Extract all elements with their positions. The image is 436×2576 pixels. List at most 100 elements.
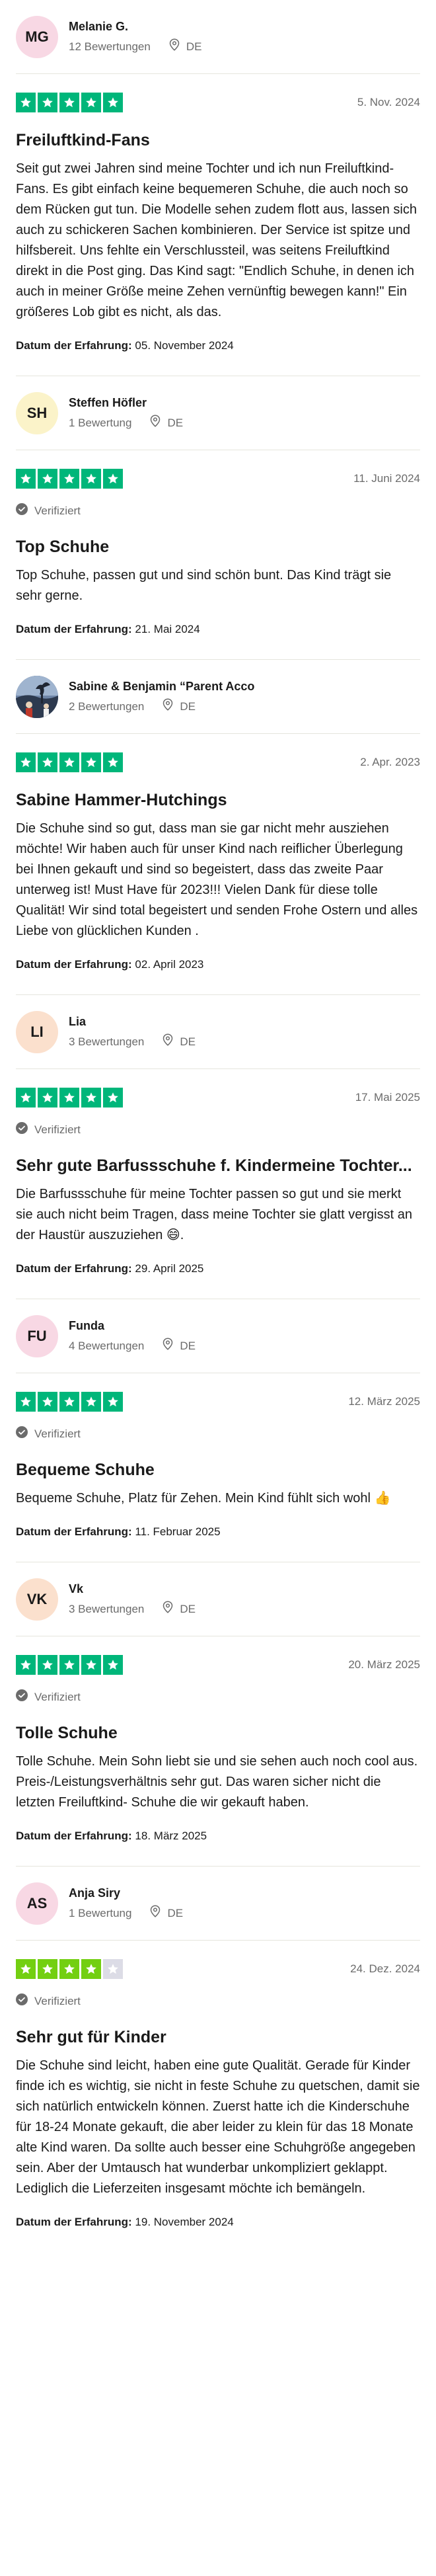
experience-date: Datum der Erfahrung: 11. Februar 2025 (16, 1525, 420, 1562)
review-date: 20. März 2025 (348, 1658, 420, 1671)
star-filled-icon (16, 1088, 36, 1107)
star-filled-icon (103, 1088, 123, 1107)
consumer-header[interactable]: FU Funda 4 Bewertungen DE (16, 1299, 420, 1373)
review-card: SH Steffen Höfler 1 Bewertung DE 11. Jun… (16, 376, 420, 660)
star-filled-icon (59, 1392, 79, 1412)
star-filled-icon (59, 752, 79, 772)
experience-date-value: 05. November 2024 (135, 339, 234, 352)
verified-check-icon (16, 1426, 34, 1442)
avatar[interactable]: SH (16, 391, 58, 434)
review-count: 1 Bewertung (69, 1906, 132, 1919)
consumer-meta: 3 Bewertungen DE (69, 1601, 196, 1617)
star-filled-icon (81, 1392, 101, 1412)
review-title[interactable]: Sehr gute Barfussschuhe f. Kindermeine T… (16, 1155, 420, 1176)
star-filled-icon (16, 93, 36, 112)
location-pin-icon (163, 698, 180, 715)
review-text: Tolle Schuhe. Mein Sohn liebt sie und si… (16, 1754, 418, 1810)
verified-label: Verifiziert (34, 504, 81, 517)
avatar-initials: SH (26, 404, 48, 421)
consumer-header[interactable]: SH Steffen Höfler 1 Bewertung DE (16, 376, 420, 450)
consumer-info: Vk 3 Bewertungen DE (69, 1581, 196, 1617)
star-filled-icon (103, 93, 123, 112)
review-list: MG Melanie G. 12 Bewertungen DE 5. Nov. … (0, 0, 436, 2252)
consumer-header[interactable]: Sabine & Benjamin “Parent Acco 2 Bewertu… (16, 660, 420, 734)
verified-check-icon (16, 503, 34, 519)
star-filled-icon (81, 1959, 101, 1979)
experience-date-value: 18. März 2025 (135, 1830, 207, 1842)
avatar[interactable] (16, 675, 58, 718)
star-filled-icon (103, 752, 123, 772)
consumer-name[interactable]: Funda (69, 1318, 196, 1334)
star-filled-icon (59, 1655, 79, 1675)
review-text: Die Schuhe sind so gut, dass man sie gar… (16, 821, 418, 938)
star-filled-icon (16, 1655, 36, 1675)
consumer-name[interactable]: Anja Siry (69, 1885, 183, 1901)
star-rating (16, 752, 123, 772)
rating-row: 17. Mai 2025 (16, 1088, 420, 1107)
star-rating (16, 469, 123, 489)
consumer-name[interactable]: Vk (69, 1581, 196, 1597)
review-card: LI Lia 3 Bewertungen DE 17. Mai 2025 Ver… (16, 995, 420, 1299)
review-card: VK Vk 3 Bewertungen DE 20. März 2025 Ver… (16, 1562, 420, 1867)
star-empty-icon (103, 1959, 123, 1979)
star-filled-icon (81, 1655, 101, 1675)
consumer-header[interactable]: LI Lia 3 Bewertungen DE (16, 995, 420, 1069)
review-count: 3 Bewertungen (69, 1602, 145, 1615)
consumer-meta: 1 Bewertung DE (69, 1905, 183, 1921)
avatar[interactable]: AS (16, 1882, 58, 1925)
review-text: Bequeme Schuhe, Platz für Zehen. Mein Ki… (16, 1491, 391, 1506)
review-title[interactable]: Sehr gut für Kinder (16, 2027, 420, 2048)
location-pin-icon (169, 38, 186, 55)
star-filled-icon (103, 469, 123, 489)
consumer-name[interactable]: Steffen Höfler (69, 395, 183, 411)
location-label: DE (180, 1602, 196, 1615)
rating-row: 11. Juni 2024 (16, 469, 420, 489)
avatar-photo (16, 675, 58, 718)
review-title[interactable]: Freiluftkind-Fans (16, 130, 420, 151)
review-title[interactable]: Top Schuhe (16, 536, 420, 557)
verified-check-icon (16, 1689, 34, 1705)
location: DE (163, 698, 196, 715)
star-filled-icon (59, 469, 79, 489)
experience-date: Datum der Erfahrung: 05. November 2024 (16, 339, 420, 376)
location: DE (150, 1905, 183, 1921)
verified-badge: Verifiziert (16, 1426, 420, 1442)
consumer-meta: 3 Bewertungen DE (69, 1033, 196, 1050)
avatar[interactable]: LI (16, 1010, 58, 1053)
experience-date-value: 11. Februar 2025 (135, 1525, 221, 1538)
review-title[interactable]: Sabine Hammer-Hutchings (16, 789, 420, 811)
star-rating (16, 1655, 123, 1675)
avatar-initials: FU (27, 1327, 47, 1344)
review-text: Top Schuhe, passen gut und sind schön bu… (16, 568, 392, 603)
avatar[interactable]: MG (16, 15, 58, 58)
consumer-name[interactable]: Sabine & Benjamin “Parent Acco (69, 678, 254, 694)
location: DE (163, 1033, 196, 1050)
consumer-header[interactable]: AS Anja Siry 1 Bewertung DE (16, 1867, 420, 1941)
consumer-info: Melanie G. 12 Bewertungen DE (69, 19, 201, 55)
star-filled-icon (16, 469, 36, 489)
consumer-name[interactable]: Melanie G. (69, 19, 201, 34)
review-card: FU Funda 4 Bewertungen DE 12. März 2025 … (16, 1299, 420, 1562)
review-title[interactable]: Bequeme Schuhe (16, 1459, 420, 1480)
review-count: 1 Bewertung (69, 416, 132, 429)
review-date: 24. Dez. 2024 (350, 1962, 420, 1975)
avatar[interactable]: FU (16, 1314, 58, 1357)
location-pin-icon (163, 1601, 180, 1617)
star-filled-icon (81, 93, 101, 112)
star-filled-icon (38, 1088, 57, 1107)
star-filled-icon (38, 93, 57, 112)
location-pin-icon (163, 1033, 180, 1050)
location-label: DE (180, 700, 196, 713)
experience-date-value: 21. Mai 2024 (135, 623, 200, 635)
review-title[interactable]: Tolle Schuhe (16, 1722, 420, 1744)
verified-check-icon (16, 1993, 34, 2009)
star-filled-icon (103, 1655, 123, 1675)
avatar[interactable]: VK (16, 1578, 58, 1621)
star-filled-icon (59, 93, 79, 112)
consumer-header[interactable]: VK Vk 3 Bewertungen DE (16, 1562, 420, 1636)
consumer-name[interactable]: Lia (69, 1014, 196, 1029)
experience-label: Datum der Erfahrung: (16, 2216, 132, 2228)
star-filled-icon (81, 752, 101, 772)
consumer-header[interactable]: MG Melanie G. 12 Bewertungen DE (16, 0, 420, 74)
verified-badge: Verifiziert (16, 503, 420, 519)
